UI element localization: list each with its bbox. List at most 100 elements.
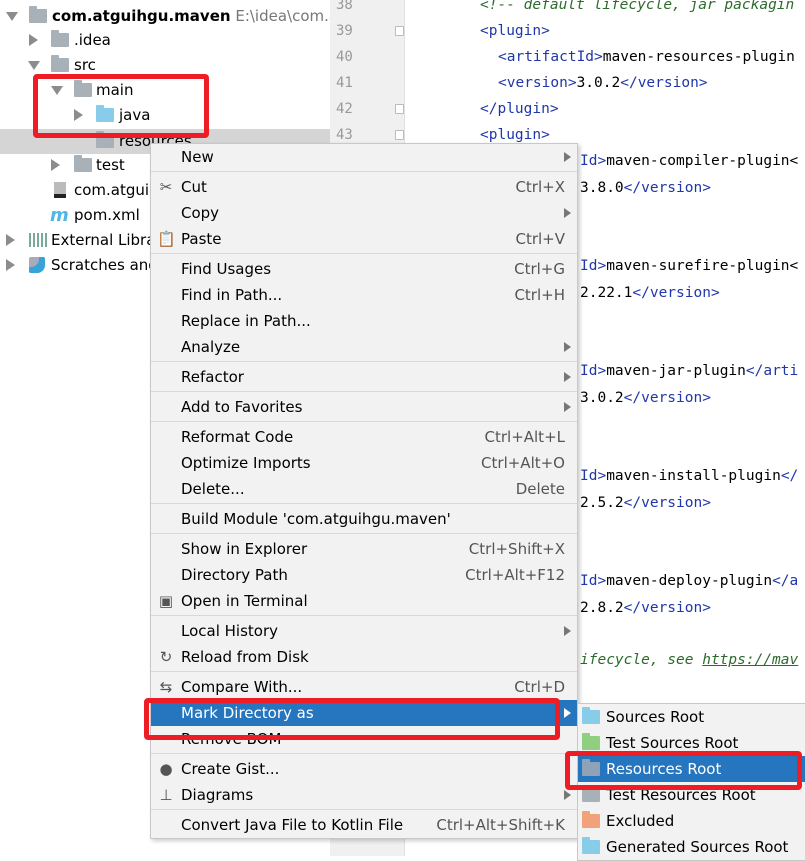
menu-item-compare-with[interactable]: ⇆ Compare With... Ctrl+D xyxy=(151,674,577,700)
menu-item-shortcut: Ctrl+Alt+L xyxy=(484,428,566,446)
menu-item-cut[interactable]: ✂ Cut Ctrl+X xyxy=(151,174,577,200)
submenu-item-sources-root[interactable]: Sources Root xyxy=(578,704,805,730)
submenu-item-label: Excluded xyxy=(606,812,675,830)
menu-item-shortcut: Ctrl+X xyxy=(515,178,565,196)
menu-item-label: Analyze xyxy=(181,338,241,356)
submenu-arrow-icon xyxy=(564,708,571,718)
collapse-arrow-icon[interactable] xyxy=(51,159,60,171)
test-resources-root-folder-icon xyxy=(582,785,600,802)
menu-item-delete[interactable]: Delete... Delete xyxy=(151,476,577,502)
menu-item-reformat-code[interactable]: Reformat Code Ctrl+Alt+L xyxy=(151,424,577,450)
code-line: <!-- default lifecycle, jar packagin xyxy=(480,0,795,13)
menu-item-reload-from-disk[interactable]: ↻ Reload from Disk xyxy=(151,644,577,670)
collapse-arrow-icon[interactable] xyxy=(6,259,15,271)
clipboard-icon: 📋 xyxy=(157,230,176,248)
submenu-arrow-icon xyxy=(564,208,571,218)
menu-item-shortcut: Ctrl+D xyxy=(514,678,565,696)
menu-item-add-to-favorites[interactable]: Add to Favorites xyxy=(151,394,577,420)
expand-arrow-icon[interactable] xyxy=(28,61,40,70)
menu-item-label: Diagrams xyxy=(181,786,254,804)
code-line-fragment: Id>maven-deploy-plugin</a xyxy=(580,573,799,589)
library-icon xyxy=(29,233,47,247)
code-line-fragment: 2.8.2</version> xyxy=(580,600,711,616)
line-number: 40 xyxy=(336,49,353,65)
tree-label: pom.xml xyxy=(74,206,140,224)
menu-item-optimize-imports[interactable]: Optimize Imports Ctrl+Alt+O xyxy=(151,450,577,476)
code-line: </plugin> xyxy=(480,101,559,117)
tree-item-project[interactable]: com.atguihgu.maven E:\idea\com.atg xyxy=(0,4,354,29)
menu-item-label: Reload from Disk xyxy=(181,648,309,666)
submenu-item-excluded[interactable]: Excluded xyxy=(578,808,805,834)
code-line: <version>3.0.2</version> xyxy=(498,75,708,91)
menu-item-find-usages[interactable]: Find Usages Ctrl+G xyxy=(151,256,577,282)
compare-icon: ⇆ xyxy=(159,678,173,696)
menu-item-shortcut: Ctrl+H xyxy=(514,286,565,304)
menu-item-shortcut: Ctrl+G xyxy=(514,260,565,278)
submenu-arrow-icon xyxy=(564,626,571,636)
menu-item-label: Delete... xyxy=(181,480,245,498)
terminal-icon: ▣ xyxy=(158,592,174,610)
code-line-fragment: 2.5.2</version> xyxy=(580,495,711,511)
annotation-box-main-java xyxy=(33,74,209,138)
menu-item-copy[interactable]: Copy xyxy=(151,200,577,226)
menu-item-diagrams[interactable]: ⊥ Diagrams xyxy=(151,782,577,808)
test-sources-root-folder-icon xyxy=(582,733,600,750)
menu-item-new[interactable]: New xyxy=(151,144,577,170)
code-line-fragment: 2.22.1</version> xyxy=(580,285,720,301)
fold-marker-icon[interactable] xyxy=(395,104,404,114)
code-line-fragment: Id>maven-compiler-plugin< xyxy=(580,153,799,169)
menu-item-shortcut: Ctrl+Alt+O xyxy=(481,454,565,472)
menu-item-label: Open in Terminal xyxy=(181,592,308,610)
submenu-item-label: Test Sources Root xyxy=(606,734,739,752)
menu-item-open-in-terminal[interactable]: ▣ Open in Terminal xyxy=(151,588,577,614)
menu-item-label: Paste xyxy=(181,230,222,248)
menu-item-directory-path[interactable]: Directory Path Ctrl+Alt+F12 xyxy=(151,562,577,588)
menu-item-label: Directory Path xyxy=(181,566,288,584)
menu-item-label: Create Gist... xyxy=(181,760,280,778)
menu-item-shortcut: Delete xyxy=(515,480,565,498)
tree-label: Scratches and xyxy=(51,256,158,274)
submenu-item-label: Sources Root xyxy=(606,708,705,726)
menu-item-shortcut: Ctrl+Alt+Shift+K xyxy=(436,816,565,834)
menu-item-local-history[interactable]: Local History xyxy=(151,618,577,644)
iml-file-icon xyxy=(54,182,66,198)
menu-item-label: Reformat Code xyxy=(181,428,294,446)
menu-item-shortcut: Ctrl+V xyxy=(515,230,565,248)
code-line: <artifactId>maven-resources-plugin xyxy=(498,49,795,65)
tree-label: .idea xyxy=(74,31,111,49)
menu-item-label: Convert Java File to Kotlin File xyxy=(181,816,404,834)
module-folder-icon xyxy=(29,6,47,23)
menu-item-create-gist[interactable]: ● Create Gist... xyxy=(151,756,577,782)
collapse-arrow-icon[interactable] xyxy=(6,234,15,246)
line-number: 38 xyxy=(336,0,353,13)
menu-item-paste[interactable]: 📋 Paste Ctrl+V xyxy=(151,226,577,252)
submenu-item-generated-sources-root[interactable]: Generated Sources Root xyxy=(578,834,805,860)
code-line-fragment: Id>maven-jar-plugin</arti xyxy=(580,363,799,379)
annotation-box-resources-root xyxy=(565,751,802,790)
menu-item-replace-in-path[interactable]: Replace in Path... xyxy=(151,308,577,334)
tree-item-idea[interactable]: .idea xyxy=(0,28,330,53)
expand-arrow-icon[interactable] xyxy=(6,12,18,21)
code-line-fragment: Id>maven-surefire-plugin< xyxy=(580,258,799,274)
menu-item-shortcut: Ctrl+Shift+X xyxy=(468,540,565,558)
fold-marker-icon[interactable] xyxy=(395,130,404,140)
menu-item-show-in-explorer[interactable]: Show in Explorer Ctrl+Shift+X xyxy=(151,536,577,562)
reload-icon: ↻ xyxy=(159,648,173,666)
menu-item-build-module-com-atguihgu-maven[interactable]: Build Module 'com.atguihgu.maven' xyxy=(151,506,577,532)
menu-item-label: Compare With... xyxy=(181,678,303,696)
menu-item-refactor[interactable]: Refactor xyxy=(151,364,577,390)
fold-marker-icon[interactable] xyxy=(395,26,404,36)
line-number: 41 xyxy=(336,75,353,91)
collapse-arrow-icon[interactable] xyxy=(29,34,38,46)
menu-item-label: Replace in Path... xyxy=(181,312,311,330)
menu-item-analyze[interactable]: Analyze xyxy=(151,334,577,360)
folder-icon xyxy=(74,155,92,172)
menu-item-convert-java-file-to-kotlin-file[interactable]: Convert Java File to Kotlin File Ctrl+Alt… xyxy=(151,812,577,838)
maven-file-icon: m xyxy=(50,205,69,226)
code-comment-fragment: ifecycle, see https://mav xyxy=(580,652,799,668)
scratches-icon xyxy=(29,257,45,273)
menu-item-shortcut: Ctrl+Alt+F12 xyxy=(465,566,565,584)
project-name: com.atguihgu.maven xyxy=(52,7,231,25)
annotation-box-mark-directory xyxy=(144,698,560,740)
menu-item-find-in-path[interactable]: Find in Path... Ctrl+H xyxy=(151,282,577,308)
